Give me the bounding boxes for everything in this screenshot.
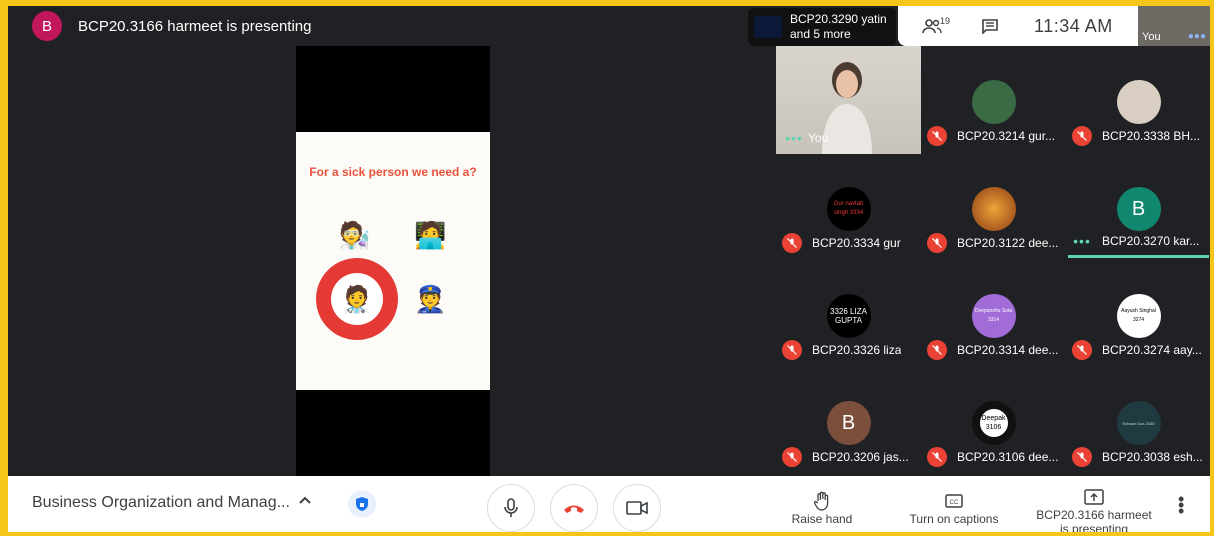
svg-text:CC: CC bbox=[950, 500, 959, 506]
meeting-title[interactable]: Business Organization and Manag... bbox=[32, 494, 290, 512]
participant-name: BCP20.3214 gur... bbox=[957, 129, 1056, 143]
doctor-emoji: 🧑‍⚕️ bbox=[331, 273, 383, 325]
active-speaker-bar bbox=[1068, 255, 1209, 258]
participant-avatar: 3326 LIZA GUPTA bbox=[826, 294, 871, 338]
participant-tile[interactable]: 3326 LIZA GUPTA BCP20.3326 liza bbox=[776, 260, 921, 367]
microphone-icon bbox=[504, 498, 518, 517]
chat-icon[interactable] bbox=[976, 14, 1004, 38]
participant-avatar bbox=[971, 187, 1016, 231]
technologist-emoji: 🧑‍💻 bbox=[414, 220, 447, 250]
participant-name: BCP20.3314 dee... bbox=[957, 343, 1059, 357]
captions-label: Turn on captions bbox=[909, 512, 999, 526]
presenting-button[interactable]: BCP20.3166 harmeet is presenting bbox=[1032, 486, 1156, 532]
participant-avatar: Gur navtab singh 3334 bbox=[826, 187, 871, 231]
presenter-avatar: B bbox=[32, 11, 62, 41]
participant-avatar: B bbox=[826, 401, 871, 445]
participant-name: BCP20.3274 aay... bbox=[1102, 343, 1202, 357]
captions-button[interactable]: CC Turn on captions bbox=[904, 490, 1004, 526]
mic-off-icon bbox=[1072, 126, 1092, 146]
more-options-icon[interactable]: • • • bbox=[1178, 490, 1184, 520]
mic-off-icon bbox=[927, 233, 947, 253]
shared-screen: For a sick person we need a? 🧑‍🔬 🧑‍💻 🧑‍⚕… bbox=[296, 46, 490, 476]
doctor-option-highlight: 🧑‍⚕️ bbox=[316, 258, 398, 340]
hang-up-icon bbox=[564, 505, 584, 513]
participant-tile[interactable]: B BCP20.3206 jas... bbox=[776, 367, 921, 474]
hand-icon bbox=[786, 490, 858, 512]
participant-name: BCP20.3206 jas... bbox=[812, 450, 909, 464]
presenting-label-line1: BCP20.3166 harmeet bbox=[1036, 508, 1152, 522]
police-officer-emoji: 👮 bbox=[414, 284, 447, 314]
raise-hand-button[interactable]: Raise hand bbox=[786, 490, 858, 526]
participant-avatar: Deepanshu Sota 3314 bbox=[971, 294, 1016, 338]
participant-tile[interactable]: Gur navtab singh 3334 BCP20.3334 gur bbox=[776, 153, 921, 260]
participant-tile[interactable]: Deepak 3106 BCP20.3106 dee... bbox=[921, 367, 1066, 474]
participant-avatar: Deepak 3106 bbox=[971, 401, 1016, 445]
mic-off-icon bbox=[927, 447, 947, 467]
host-controls-shield-icon[interactable] bbox=[348, 490, 376, 518]
participant-avatar bbox=[1116, 80, 1161, 124]
raise-hand-label: Raise hand bbox=[791, 512, 853, 526]
more-participants-chip[interactable]: BCP20.3290 yatin and 5 more bbox=[748, 8, 896, 46]
self-preview-mini[interactable]: You ●●● bbox=[1138, 6, 1210, 46]
clock: 11:34 AM bbox=[1034, 15, 1113, 36]
top-bar: 19 11:34 AM bbox=[898, 6, 1138, 46]
participant-avatar bbox=[971, 80, 1016, 124]
captions-icon: CC bbox=[904, 490, 1004, 512]
scientist-emoji: 🧑‍🔬 bbox=[338, 220, 371, 250]
participant-name: BCP20.3038 esh... bbox=[1102, 450, 1203, 464]
chevron-up-icon[interactable] bbox=[298, 492, 312, 510]
participant-name: BCP20.3122 dee... bbox=[957, 236, 1059, 250]
participant-tile[interactable]: Eshaan Dua 3038 BCP20.3038 esh... bbox=[1066, 367, 1210, 474]
slide-question: For a sick person we need a? bbox=[309, 165, 477, 179]
self-mini-dots-icon: ●●● bbox=[1187, 31, 1206, 42]
participant-thumbnail bbox=[754, 16, 782, 38]
participant-name: BCP20.3334 gur bbox=[812, 236, 901, 250]
leave-call-button[interactable] bbox=[550, 484, 598, 532]
participant-name: BCP20.3326 liza bbox=[812, 343, 902, 357]
participant-tile[interactable]: BCP20.3338 BH... bbox=[1066, 46, 1210, 153]
meet-window: For a sick person we need a? 🧑‍🔬 🧑‍💻 🧑‍⚕… bbox=[8, 6, 1210, 532]
microphone-button[interactable] bbox=[487, 484, 535, 532]
self-mini-label: You bbox=[1142, 31, 1161, 43]
presenting-label-line2: is presenting bbox=[1059, 522, 1129, 532]
bottom-toolbar: Business Organization and Manag... Raise… bbox=[8, 476, 1210, 532]
mic-off-icon bbox=[1072, 447, 1092, 467]
participant-tile[interactable]: BCP20.3214 gur... bbox=[921, 46, 1066, 153]
participant-name: BCP20.3106 dee... bbox=[957, 450, 1059, 464]
participant-tile[interactable]: Deepanshu Sota 3314 BCP20.3314 dee... bbox=[921, 260, 1066, 367]
presenter-header: B BCP20.3166 harmeet is presenting bbox=[8, 6, 311, 46]
participant-avatar: Aayush Singhal 3274 bbox=[1116, 294, 1161, 338]
mic-off-icon bbox=[1072, 340, 1092, 360]
participant-tile-speaking[interactable]: B ••• BCP20.3270 kar... bbox=[1066, 153, 1210, 260]
presentation-stage: For a sick person we need a? 🧑‍🔬 🧑‍💻 🧑‍⚕… bbox=[8, 6, 776, 476]
self-video-tile[interactable]: ••• You bbox=[776, 46, 921, 154]
speaking-indicator-icon: ••• bbox=[1073, 233, 1091, 249]
more-chip-line1: BCP20.3290 yatin bbox=[790, 12, 887, 26]
participant-name: BCP20.3270 kar... bbox=[1102, 234, 1200, 248]
participant-tile[interactable]: BCP20.3122 dee... bbox=[921, 153, 1066, 260]
present-screen-icon bbox=[1032, 486, 1156, 508]
participant-tile[interactable]: Aayush Singhal 3274 BCP20.3274 aay... bbox=[1066, 260, 1210, 367]
participants-grid: ••• You BCP20.3214 gur... BCP20.3338 BH.… bbox=[776, 46, 1210, 476]
more-chip-line2: and 5 more bbox=[790, 27, 851, 41]
presenter-title: BCP20.3166 harmeet is presenting bbox=[78, 17, 312, 35]
presentation-slide: For a sick person we need a? 🧑‍🔬 🧑‍💻 🧑‍⚕… bbox=[296, 132, 490, 390]
mic-off-icon bbox=[782, 233, 802, 253]
mic-off-icon bbox=[927, 126, 947, 146]
camera-button[interactable] bbox=[613, 484, 661, 532]
mic-off-icon bbox=[782, 340, 802, 360]
mic-off-icon bbox=[927, 340, 947, 360]
participant-name: BCP20.3338 BH... bbox=[1102, 129, 1201, 143]
self-speaking-indicator-icon: ••• bbox=[785, 130, 803, 146]
camera-icon bbox=[626, 501, 648, 515]
participants-count: 19 bbox=[940, 16, 951, 26]
participant-avatar: B bbox=[1116, 187, 1161, 231]
mic-off-icon bbox=[782, 447, 802, 467]
participant-avatar: Eshaan Dua 3038 bbox=[1116, 401, 1161, 445]
self-tile-label: You bbox=[808, 131, 829, 145]
